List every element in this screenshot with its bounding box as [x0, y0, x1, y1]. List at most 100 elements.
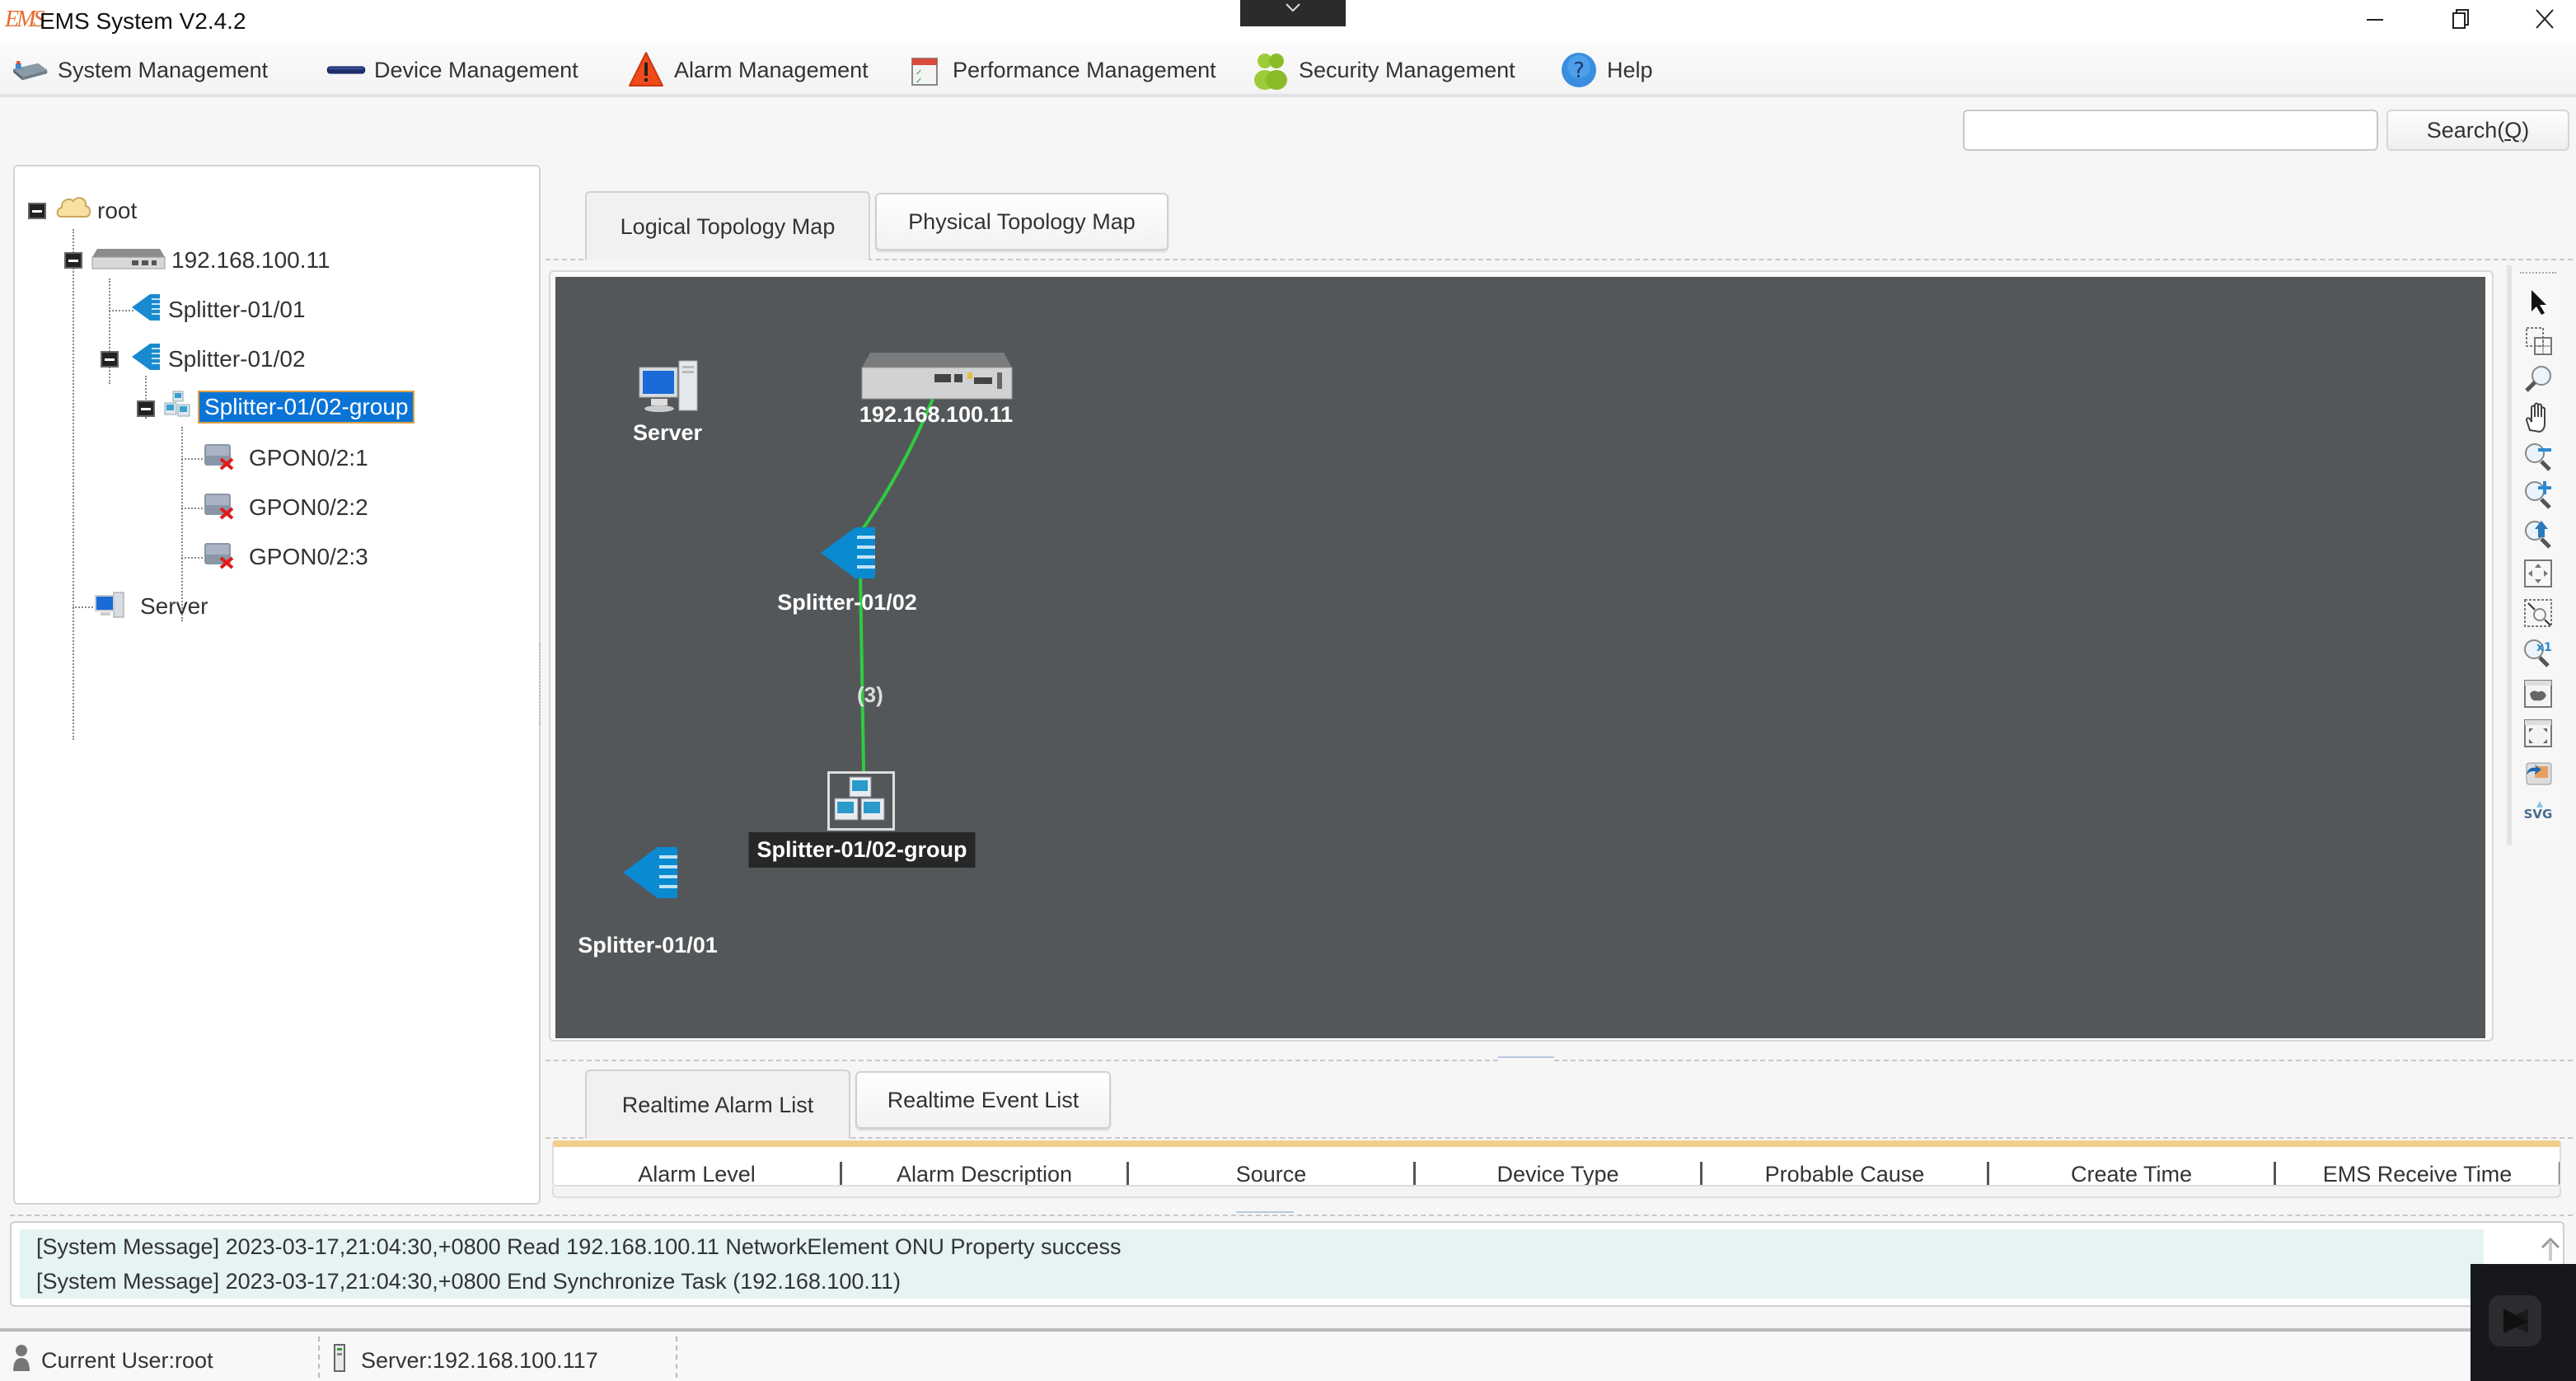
tree-collapse-toggle[interactable] — [101, 351, 119, 367]
search-button-label: Search( — [2426, 118, 2505, 143]
column-create-time[interactable]: Create Time — [1989, 1162, 2276, 1185]
pan-hand-icon[interactable] — [2522, 400, 2555, 433]
topo-label-splitter-group: Splitter-01/02-group — [748, 832, 976, 868]
topo-node-splitter-group[interactable] — [827, 771, 895, 831]
topo-node-server[interactable] — [638, 359, 700, 418]
splitter-divider — [1554, 1060, 2573, 1061]
tree-node-label: Splitter-01/02 — [168, 346, 306, 372]
menu-security-management[interactable]: Security Management — [1251, 48, 1515, 92]
status-bar: Current User:root Server:192.168.100.117 — [0, 1328, 2576, 1381]
fullscreen-icon[interactable] — [2522, 717, 2555, 750]
topology-canvas[interactable]: Server 192.168.100.11 Splitter-01/02 (3)… — [555, 277, 2485, 1038]
tree-node-label-selected: Splitter-01/02-group — [198, 391, 415, 424]
chevron-down-icon[interactable] — [1240, 0, 1346, 26]
zoom-magnifier-icon[interactable] — [2522, 363, 2555, 396]
link-count-label: (3) — [857, 682, 883, 707]
column-probable-cause[interactable]: Probable Cause — [1703, 1162, 1989, 1185]
alarm-warning-icon — [626, 51, 666, 89]
status-separator — [318, 1337, 320, 1378]
overview-map-icon[interactable] — [2522, 677, 2555, 710]
menu-performance-management[interactable]: ✓ ✓ Performance Management — [905, 48, 1216, 92]
tree-collapse-toggle[interactable] — [28, 203, 46, 219]
menu-label: Device Management — [374, 57, 578, 82]
tree-node-splitter-01-02[interactable]: Splitter-01/02 — [130, 339, 311, 379]
topo-node-olt[interactable] — [860, 349, 1014, 406]
calendar-checklist-icon: ✓ ✓ — [905, 51, 944, 89]
toolbar-grip[interactable] — [2520, 272, 2556, 274]
topo-node-splitter-01-02[interactable] — [819, 526, 878, 584]
scroll-up-icon[interactable] — [2540, 1236, 2561, 1267]
tree-node-label: GPON0/2:1 — [249, 445, 368, 470]
tree-connector — [109, 279, 110, 384]
window-title: EMS System V2.4.2 — [40, 8, 246, 34]
tab-realtime-alarm-list[interactable]: Realtime Alarm List — [585, 1070, 850, 1139]
group-icon — [163, 390, 193, 425]
menu-bar: System Management Device Management Alar… — [0, 43, 2576, 97]
tree-node-splitter-group[interactable]: Splitter-01/02-group — [163, 387, 415, 427]
tree-node-server[interactable]: Server — [94, 587, 213, 626]
export-image-icon[interactable] — [2522, 756, 2555, 789]
search-input[interactable] — [1963, 110, 2378, 151]
tree-collapse-toggle[interactable] — [64, 252, 82, 269]
column-device-type[interactable]: Device Type — [1416, 1162, 1703, 1185]
menu-device-management[interactable]: Device Management — [326, 48, 578, 92]
select-pointer-icon[interactable] — [2522, 285, 2555, 318]
message-item: [System Message] 2023-03-17,21:04:30,+08… — [36, 1269, 901, 1294]
cloud-icon — [54, 192, 92, 231]
panel-resize-handle[interactable] — [539, 643, 542, 725]
search-button-mnemonic: Q — [2504, 118, 2522, 143]
topo-label-splitter-01-01: Splitter-01/01 — [578, 933, 718, 957]
fit-to-screen-icon[interactable] — [2522, 557, 2555, 590]
title-bar: EMS EMS System V2.4.2 — [0, 0, 2576, 43]
close-button[interactable] — [2520, 2, 2569, 38]
server-address-label: Server:192.168.100.117 — [361, 1348, 598, 1373]
splitter-collapse-handle[interactable] — [1236, 1211, 1294, 1218]
zoom-reset-icon[interactable] — [2522, 517, 2555, 550]
zoom-region-icon[interactable] — [2522, 597, 2555, 630]
splitter-collapse-handle[interactable] — [1498, 1056, 1554, 1065]
zoom-out-icon[interactable] — [2522, 440, 2555, 473]
tree-connector — [73, 229, 74, 740]
tab-physical-topology[interactable]: Physical Topology Map — [875, 193, 1169, 250]
system-message-panel: [System Message] 2023-03-17,21:04:30,+08… — [10, 1221, 2564, 1307]
tree-node-label: root — [97, 198, 138, 223]
column-source[interactable]: Source — [1129, 1162, 1416, 1185]
minimize-button[interactable] — [2350, 2, 2400, 38]
splitter-divider — [546, 1060, 1498, 1061]
menu-label: Performance Management — [953, 57, 1216, 82]
status-separator — [676, 1337, 677, 1378]
tree-node-label: 192.168.100.11 — [171, 247, 330, 273]
column-alarm-description[interactable]: Alarm Description — [842, 1162, 1129, 1185]
menu-label: System Management — [58, 57, 269, 82]
tab-logical-topology[interactable]: Logical Topology Map — [585, 191, 870, 260]
marquee-select-icon[interactable] — [2522, 325, 2555, 358]
topo-label-splitter-01-02: Splitter-01/02 — [777, 590, 917, 615]
screen-recorder-overlay[interactable] — [2471, 1264, 2576, 1381]
export-svg-icon[interactable]: SVG — [2522, 796, 2555, 829]
zoom-1x-icon[interactable]: x1 — [2522, 636, 2555, 669]
menu-system-management[interactable]: System Management — [10, 48, 268, 92]
column-alarm-level[interactable]: Alarm Level — [554, 1162, 842, 1185]
tree-collapse-toggle[interactable] — [137, 400, 155, 417]
tree-node-root[interactable]: root — [54, 191, 142, 231]
message-list: [System Message] 2023-03-17,21:04:30,+08… — [20, 1229, 2484, 1299]
tree-node-gpon-2[interactable]: GPON0/2:2 — [203, 488, 373, 527]
tree-node-label: GPON0/2:3 — [249, 544, 368, 569]
topology-links — [855, 398, 934, 772]
menu-alarm-management[interactable]: Alarm Management — [626, 48, 869, 92]
column-ems-receive-time[interactable]: EMS Receive Time — [2276, 1162, 2560, 1185]
tree-node-gpon-3[interactable]: GPON0/2:3 — [203, 537, 373, 577]
splitter-icon — [819, 527, 878, 583]
tree-node-olt[interactable]: 192.168.100.11 — [91, 241, 335, 280]
tree-node-splitter-01-01[interactable]: Splitter-01/01 — [130, 290, 311, 330]
play-icon[interactable] — [2489, 1295, 2541, 1346]
tree-node-gpon-1[interactable]: GPON0/2:1 — [203, 438, 373, 478]
topo-node-splitter-01-01[interactable] — [621, 845, 681, 904]
server-status: Server:192.168.100.117 — [333, 1343, 598, 1379]
restore-button[interactable] — [2436, 2, 2485, 38]
search-button[interactable]: Search(Q) — [2386, 110, 2569, 151]
tab-realtime-event-list[interactable]: Realtime Event List — [855, 1071, 1111, 1129]
zoom-in-icon[interactable] — [2522, 478, 2555, 511]
menu-help[interactable]: ? Help — [1559, 48, 1653, 92]
svg-text:SVG: SVG — [2524, 807, 2553, 822]
